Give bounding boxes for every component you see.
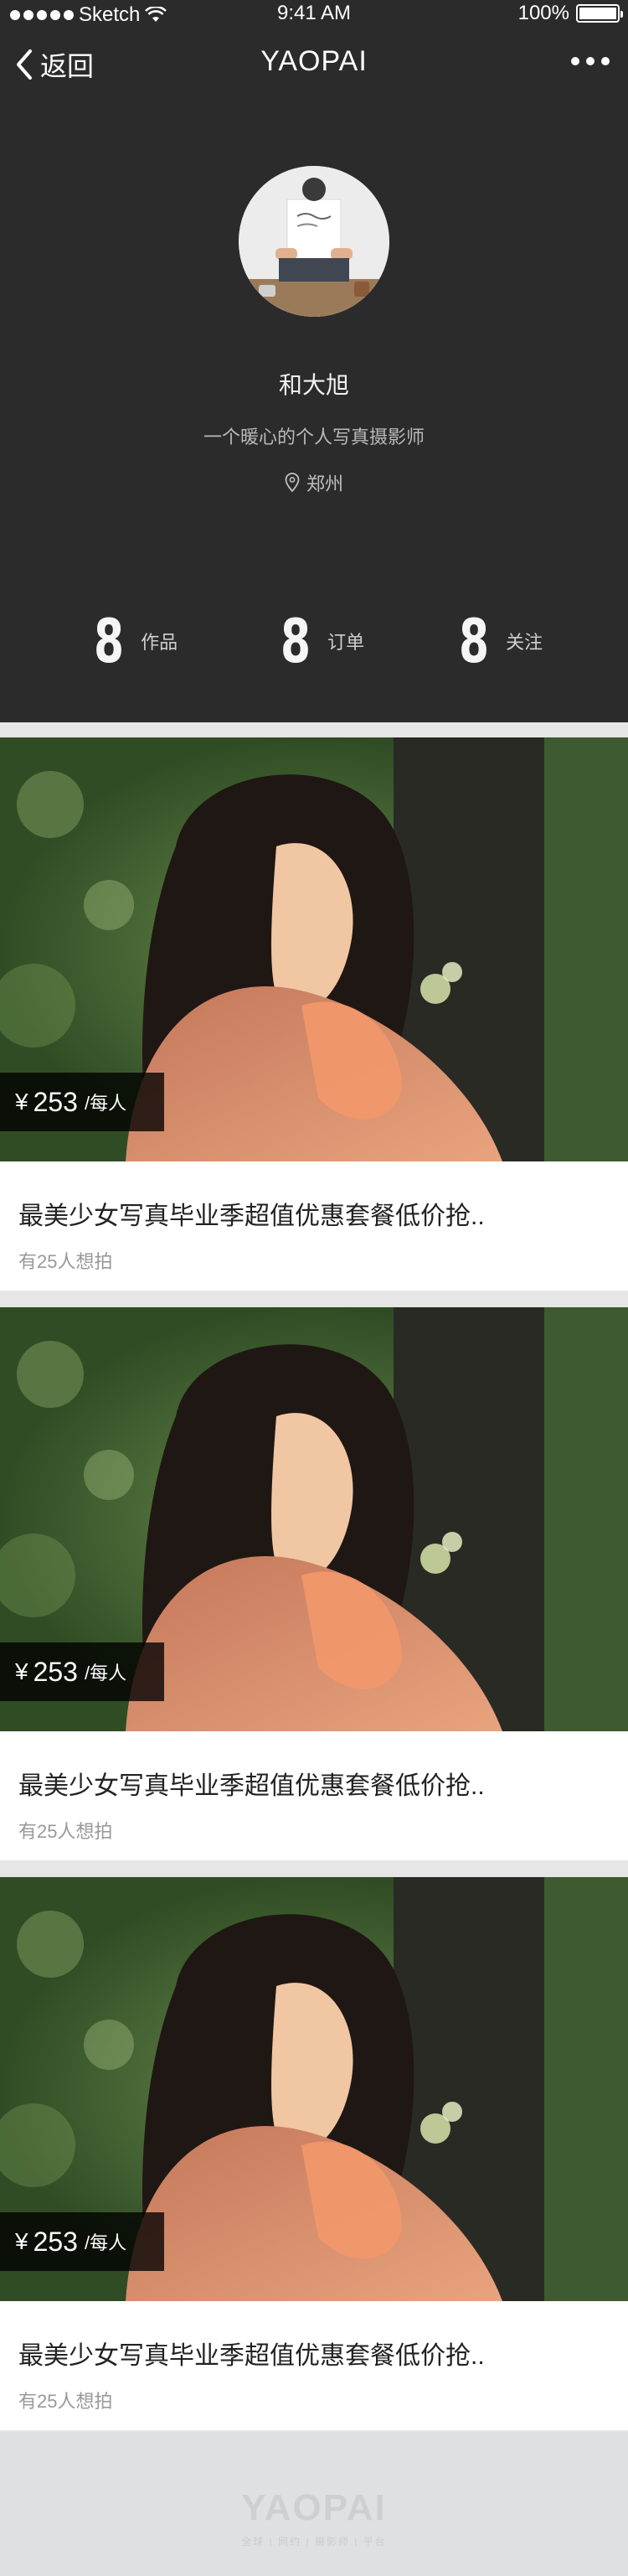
- nav-bar: 返回 YAOPAI: [0, 34, 628, 96]
- currency-symbol: ¥: [15, 2228, 28, 2254]
- footer-tagline: 全球 | 网约 | 摄影师 | 平台: [241, 2536, 387, 2548]
- footer: YAOPAI 全球 | 网约 | 摄影师 | 平台: [0, 2432, 628, 2576]
- product-photo[interactable]: ¥ 253 /每人: [0, 1877, 628, 2301]
- battery-percent: 100%: [517, 2, 569, 24]
- product-wishlist-count: 有25人想拍: [18, 1821, 113, 1842]
- more-button[interactable]: [571, 57, 610, 65]
- profile-header: Sketch 9:41 AM 100% 返回 YAOPAI 和大旭 一个暖心的个…: [0, 0, 628, 722]
- product-card[interactable]: ¥ 253 /每人 最美少女写真毕业季超值优惠套餐低价抢.. 有25人想拍: [0, 1307, 628, 1860]
- product-card[interactable]: ¥ 253 /每人 最美少女写真毕业季超值优惠套餐低价抢.. 有25人想拍: [0, 737, 628, 1291]
- location-pin-icon: [285, 473, 300, 493]
- product-title[interactable]: 最美少女写真毕业季超值优惠套餐低价抢..: [18, 1195, 485, 1232]
- stat-following[interactable]: 8 关注: [459, 603, 543, 679]
- price-value: 253: [33, 1086, 78, 1117]
- product-photo[interactable]: ¥ 253 /每人: [0, 737, 628, 1161]
- stat-works-label: 作品: [141, 632, 178, 653]
- stat-orders-value: 8: [281, 606, 311, 676]
- price-value: 253: [33, 2226, 78, 2257]
- product-wishlist-count: 有25人想拍: [18, 1251, 113, 1272]
- more-dot-icon: [571, 57, 579, 65]
- price-unit: /每人: [84, 1093, 127, 1114]
- stat-following-value: 8: [459, 606, 490, 676]
- location-text: 郑州: [306, 473, 343, 494]
- price-unit: /每人: [84, 1663, 127, 1684]
- photographer-bio: 一个暖心的个人写真摄影师: [203, 427, 425, 447]
- price-tag: ¥ 253 /每人: [0, 1073, 164, 1131]
- price-tag: ¥ 253 /每人: [0, 2212, 164, 2271]
- product-photo[interactable]: ¥ 253 /每人: [0, 1307, 628, 1731]
- product-title[interactable]: 最美少女写真毕业季超值优惠套餐低价抢..: [18, 2335, 485, 2372]
- photographer-name: 和大旭: [278, 372, 349, 398]
- stat-orders-label: 订单: [327, 632, 365, 653]
- battery-status: 100%: [517, 2, 623, 25]
- stats-row: 8 作品 8 订单 8 关注: [0, 603, 628, 679]
- stat-works[interactable]: 8 作品: [94, 603, 178, 679]
- page-title: YAOPAI: [260, 45, 368, 77]
- avatar[interactable]: [239, 166, 389, 317]
- stat-works-value: 8: [94, 606, 125, 676]
- location: 郑州: [0, 469, 628, 496]
- currency-symbol: ¥: [15, 1089, 28, 1115]
- footer-logo: YAOPAI: [241, 2487, 387, 2528]
- battery-icon: [576, 4, 623, 23]
- avatar-image: [239, 166, 389, 317]
- status-bar: Sketch 9:41 AM 100%: [0, 0, 628, 34]
- currency-symbol: ¥: [15, 1658, 28, 1684]
- product-wishlist-count: 有25人想拍: [18, 2391, 113, 2412]
- price-tag: ¥ 253 /每人: [0, 1642, 164, 1701]
- stat-following-label: 关注: [506, 632, 543, 653]
- stat-orders[interactable]: 8 订单: [281, 603, 364, 679]
- product-title[interactable]: 最美少女写真毕业季超值优惠套餐低价抢..: [18, 1765, 485, 1802]
- price-value: 253: [33, 1656, 78, 1687]
- product-card[interactable]: ¥ 253 /每人 最美少女写真毕业季超值优惠套餐低价抢.. 有25人想拍: [0, 1877, 628, 2430]
- price-unit: /每人: [84, 2232, 127, 2253]
